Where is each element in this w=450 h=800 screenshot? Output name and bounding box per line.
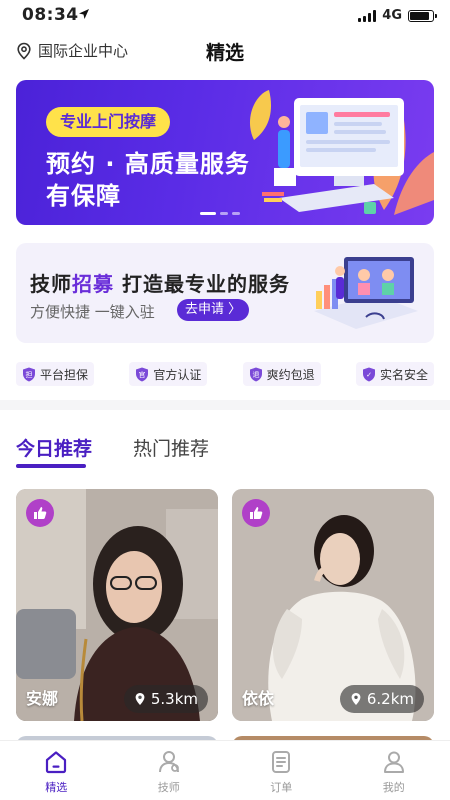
technician-recruit-card[interactable]: 技师招募 打造最专业的服务 方便快捷 一键入驻 去申请 〉 xyxy=(16,243,434,343)
tab-orders[interactable]: 订单 xyxy=(225,741,338,800)
technician-card[interactable]: 依依 6.2km xyxy=(232,489,434,721)
apply-button[interactable]: 去申请 〉 xyxy=(177,299,250,321)
tab-today[interactable]: 今日推荐 xyxy=(16,434,92,461)
bottom-tab-bar: 精选 技师 订单 我的 xyxy=(0,740,450,800)
technician-icon xyxy=(158,751,179,773)
svg-text:✓: ✓ xyxy=(366,371,372,379)
recruit-subtitle: 方便快捷 一键入驻 xyxy=(30,303,155,321)
location-arrow-icon xyxy=(79,9,89,19)
guarantee-item: ✓ 实名安全 xyxy=(355,362,434,386)
battery-icon xyxy=(408,9,437,22)
shield-guarantee-icon: 担 xyxy=(23,367,35,381)
technician-card[interactable]: 安娜 5.3km xyxy=(16,489,218,721)
guarantee-row: 担 平台担保 官 官方认证 退 爽约包退 ✓ 实名安全 xyxy=(16,362,434,386)
order-icon xyxy=(272,751,291,773)
location-pin-icon xyxy=(351,693,361,705)
svg-text:担: 担 xyxy=(26,370,33,379)
technician-name: 安娜 xyxy=(26,689,59,708)
banner-headline: 预约 · 高质量服务 xyxy=(46,150,250,178)
active-tab-indicator xyxy=(16,464,86,468)
status-time: 08:34 xyxy=(22,5,79,25)
section-divider xyxy=(0,400,450,410)
guarantee-item: 退 爽约包退 xyxy=(242,362,321,386)
recruit-illustration xyxy=(314,257,418,329)
location-label: 国际企业中心 xyxy=(38,42,129,60)
tab-featured[interactable]: 精选 xyxy=(0,741,113,800)
technician-name: 依依 xyxy=(242,689,275,708)
location-pin-icon xyxy=(17,42,31,60)
signal-icon xyxy=(358,9,377,22)
top-bar: 精选 国际企业中心 xyxy=(0,32,450,72)
thumbs-up-badge-icon xyxy=(26,499,54,527)
banner-tag: 专业上门按摩 xyxy=(46,107,171,137)
distance-badge: 6.2km xyxy=(339,685,424,713)
promo-banner[interactable]: 专业上门按摩 预约 · 高质量服务 有保障 xyxy=(16,80,434,225)
guarantee-item: 官 官方认证 xyxy=(129,362,208,386)
profile-icon xyxy=(383,751,404,773)
svg-text:官: 官 xyxy=(139,370,146,379)
tab-profile[interactable]: 我的 xyxy=(338,741,450,800)
banner-illustration xyxy=(249,90,434,215)
home-icon xyxy=(46,751,67,774)
network-label: 4G xyxy=(382,8,402,23)
tab-popular[interactable]: 热门推荐 xyxy=(133,434,209,461)
location-selector[interactable]: 国际企业中心 xyxy=(16,40,128,61)
svg-text:退: 退 xyxy=(252,370,259,379)
banner-headline-2: 有保障 xyxy=(46,182,121,210)
tab-technician[interactable]: 技师 xyxy=(113,741,226,800)
recruit-title: 技师招募 打造最专业的服务 xyxy=(30,272,290,296)
location-pin-icon xyxy=(135,693,145,705)
banner-pagination xyxy=(200,212,240,215)
refund-icon: 退 xyxy=(249,367,262,381)
verified-icon: ✓ xyxy=(362,367,375,381)
official-badge-icon: 官 xyxy=(136,367,149,381)
status-bar: 08:34 4G xyxy=(0,0,450,32)
thumbs-up-badge-icon xyxy=(242,499,270,527)
distance-badge: 5.3km xyxy=(123,685,208,713)
guarantee-item: 担 平台担保 xyxy=(16,362,95,386)
